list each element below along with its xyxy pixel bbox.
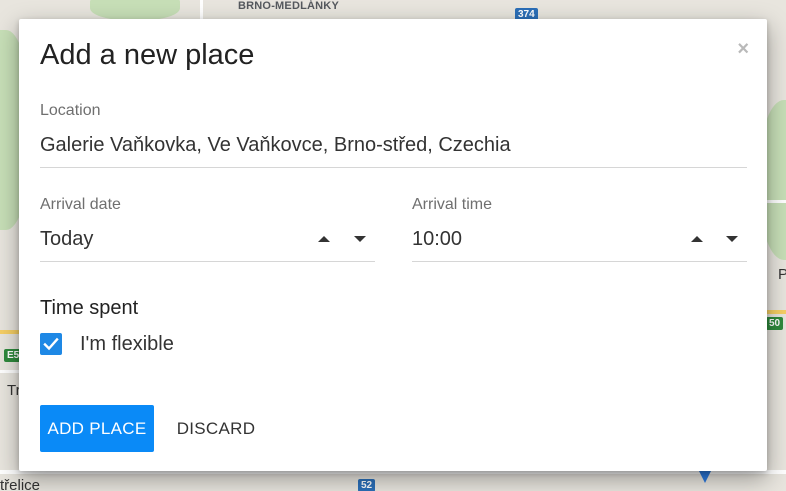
arrival-time-dropdown-icon[interactable] xyxy=(726,236,738,242)
arrival-time-underline xyxy=(412,261,747,262)
map-road xyxy=(200,0,203,19)
arrival-time-label: Arrival time xyxy=(412,196,493,213)
map-road xyxy=(0,370,19,373)
map-place-label: P xyxy=(778,266,786,283)
flexible-checkbox[interactable] xyxy=(40,333,62,355)
arrival-date-label: Arrival date xyxy=(40,196,121,213)
map-park xyxy=(90,0,180,20)
location-underline xyxy=(40,167,747,168)
close-icon[interactable]: × xyxy=(737,39,749,59)
map-highway xyxy=(767,310,786,314)
map-pin-icon xyxy=(699,471,711,483)
map-highway xyxy=(0,330,19,334)
discard-button[interactable]: DISCARD xyxy=(169,405,263,452)
arrival-time-increment-icon[interactable] xyxy=(691,236,703,242)
arrival-date-underline xyxy=(40,261,375,262)
location-label: Location xyxy=(40,102,101,119)
add-place-dialog: Add a new place × Location Galerie Vaňko… xyxy=(19,19,767,471)
map-district-label: BRNO-MEDLÁNKY xyxy=(238,0,339,12)
add-place-button[interactable]: ADD PLACE xyxy=(40,405,154,452)
arrival-date-dropdown-icon[interactable] xyxy=(354,236,366,242)
map-road-shield: 50 xyxy=(766,317,784,330)
map-place-label: třelice xyxy=(0,477,41,491)
flexible-label[interactable]: I'm flexible xyxy=(80,333,174,356)
location-input[interactable]: Galerie Vaňkovka, Ve Vaňkovce, Brno-stře… xyxy=(40,134,511,157)
arrival-time-input[interactable]: 10:00 xyxy=(412,228,462,251)
time-spent-heading: Time spent xyxy=(40,297,139,319)
map-road-shield: 52 xyxy=(358,479,376,491)
arrival-date-increment-icon[interactable] xyxy=(318,236,330,242)
checkmark-icon xyxy=(43,337,59,351)
arrival-date-input[interactable]: Today xyxy=(40,228,93,251)
map-road xyxy=(767,200,786,203)
dialog-title: Add a new place xyxy=(40,39,255,71)
